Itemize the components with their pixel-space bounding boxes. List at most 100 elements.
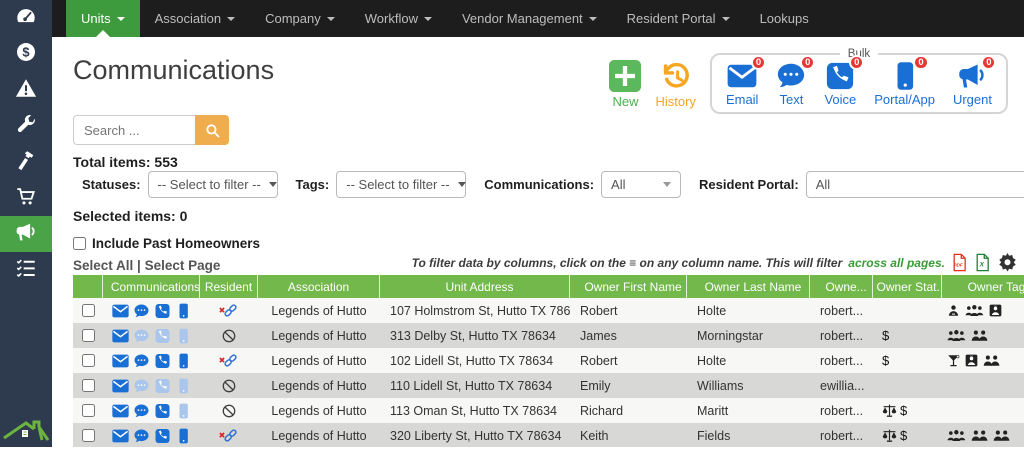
resident-linked-icon[interactable]: ✖ <box>219 427 240 444</box>
mobile-icon[interactable] <box>175 403 192 419</box>
row-checkbox[interactable] <box>82 354 95 367</box>
association-cell: Legends of Hutto <box>258 404 380 418</box>
email-icon[interactable] <box>112 428 129 444</box>
column-header-owner-first-name[interactable]: Owner First Name <box>570 275 687 298</box>
chat-icon[interactable] <box>133 378 150 394</box>
sidebar-item-bullhorn[interactable] <box>0 216 52 252</box>
bullhorn-icon: 0 <box>957 61 987 91</box>
email-icon[interactable] <box>112 403 129 419</box>
chat-icon[interactable] <box>133 303 150 319</box>
nav-item-lookups[interactable]: Lookups <box>745 0 824 37</box>
select-links: Select All | Select Page <box>73 258 220 273</box>
column-header-owner-last-name[interactable]: Owner Last Name <box>687 275 810 298</box>
include-past-checkbox[interactable] <box>73 237 86 250</box>
bulk-voice-button[interactable]: 0Voice <box>824 61 856 107</box>
mobile-icon[interactable] <box>175 353 192 369</box>
sidebar-item-hammer[interactable] <box>0 144 52 180</box>
mobile-icon[interactable] <box>175 303 192 319</box>
communications-filter[interactable]: All <box>601 171 681 198</box>
new-button[interactable]: New <box>609 60 641 114</box>
nav-item-resident-portal[interactable]: Resident Portal <box>612 0 745 37</box>
bulk-text-button[interactable]: 0Text <box>776 61 806 107</box>
sidebar-item-dashboard[interactable] <box>0 0 52 36</box>
history-button[interactable]: History <box>655 60 695 114</box>
email-icon[interactable] <box>112 353 129 369</box>
row-checkbox[interactable] <box>82 304 95 317</box>
unit-address-cell: 102 Lidell St, Hutto TX 78634 <box>380 354 570 368</box>
row-checkbox[interactable] <box>82 429 95 442</box>
nav-item-workflow[interactable]: Workflow <box>350 0 447 37</box>
row-checkbox[interactable] <box>82 379 95 392</box>
chat-icon[interactable] <box>133 428 150 444</box>
alert-mini-icon: ✖ <box>219 306 226 315</box>
excel-icon[interactable]: X <box>974 253 991 272</box>
voice-icon[interactable] <box>154 353 171 369</box>
sidebar-item-checklist[interactable] <box>0 252 52 288</box>
voice-icon[interactable] <box>154 303 171 319</box>
gear-icon[interactable] <box>997 252 1018 273</box>
communications-cell <box>103 403 200 419</box>
tags-filter[interactable]: -- Select to filter -- <box>336 171 466 198</box>
voice-icon[interactable] <box>154 403 171 419</box>
email-icon[interactable] <box>112 328 129 344</box>
column-header-owner-tags[interactable]: Owner Tags <box>942 275 1024 298</box>
chevron-down-icon <box>663 182 671 187</box>
sidebar-item-warning[interactable] <box>0 72 52 108</box>
owner-last-name-cell: Maritt <box>687 404 810 418</box>
resident-linked-icon[interactable]: ✖ <box>219 352 240 369</box>
table-row: ✖Legends of Hutto107 Holmstrom St, Hutto… <box>73 298 1024 323</box>
email-icon[interactable] <box>112 303 129 319</box>
owner-first-name-cell: Robert <box>570 304 687 318</box>
chat-icon[interactable] <box>133 328 150 344</box>
row-checkbox[interactable] <box>82 404 95 417</box>
column-header-unit-address[interactable]: Unit Address <box>380 275 570 298</box>
select-all-link[interactable]: Select All <box>73 258 133 273</box>
mobile-icon[interactable] <box>175 328 192 344</box>
association-cell: Legends of Hutto <box>258 379 380 393</box>
sidebar-item-wrench[interactable] <box>0 108 52 144</box>
nav-item-company[interactable]: Company <box>250 0 350 37</box>
statuses-filter[interactable]: -- Select to filter -- <box>148 171 278 198</box>
email-icon[interactable] <box>112 378 129 394</box>
voice-icon[interactable] <box>154 328 171 344</box>
resident-cell: ✖ <box>200 302 258 319</box>
dollar-icon: $ <box>15 41 37 68</box>
nav-item-units[interactable]: Units <box>66 0 140 37</box>
mobile-icon[interactable] <box>175 428 192 444</box>
bulk-urgent-button[interactable]: 0Urgent <box>953 61 992 107</box>
owner-tags-cell: 450M <box>942 304 1024 317</box>
column-header-association[interactable]: Association <box>258 275 380 298</box>
sidebar-item-dollar[interactable]: $ <box>0 36 52 72</box>
resident-linked-icon[interactable]: ✖ <box>219 302 240 319</box>
owner-first-name-cell: Richard <box>570 404 687 418</box>
table-row: ✖Legends of Hutto102 Lidell St, Hutto TX… <box>73 348 1024 373</box>
resident-blocked-icon <box>221 403 237 419</box>
mobile-icon[interactable] <box>175 378 192 394</box>
nav-item-vendor-management[interactable]: Vendor Management <box>447 0 612 37</box>
owner-tags-cell <box>942 329 1024 342</box>
tags-label: Tags: <box>296 177 330 192</box>
pdf-icon[interactable]: PDF <box>951 253 968 272</box>
action-toolbar: New History Bulk 0Email0Text0Voice0Porta… <box>609 48 1008 114</box>
column-header-owne[interactable]: Owne... <box>810 275 873 298</box>
column-header-communications[interactable]: Communications <box>103 275 200 298</box>
search-input[interactable] <box>73 115 195 145</box>
chat-icon[interactable] <box>133 353 150 369</box>
column-header-resident[interactable]: Resident <box>200 275 258 298</box>
search-button[interactable] <box>195 115 229 145</box>
chat-icon[interactable] <box>133 403 150 419</box>
bulk-email-button[interactable]: 0Email <box>726 61 759 107</box>
select-page-link[interactable]: Select Page <box>145 258 221 273</box>
communications-cell <box>103 353 200 369</box>
row-checkbox[interactable] <box>82 329 95 342</box>
statuses-label: Statuses: <box>82 177 141 192</box>
column-header-owner-stat[interactable]: Owner Stat... <box>873 275 942 298</box>
nav-item-association[interactable]: Association <box>140 0 250 37</box>
bulk-portal-app-button[interactable]: 0Portal/App <box>874 61 935 107</box>
voice-icon[interactable] <box>154 428 171 444</box>
voice-icon[interactable] <box>154 378 171 394</box>
warning-icon <box>15 77 37 104</box>
resident-portal-filter[interactable]: All <box>806 171 1024 198</box>
resident-cell <box>200 403 258 419</box>
sidebar-item-cart[interactable] <box>0 180 52 216</box>
